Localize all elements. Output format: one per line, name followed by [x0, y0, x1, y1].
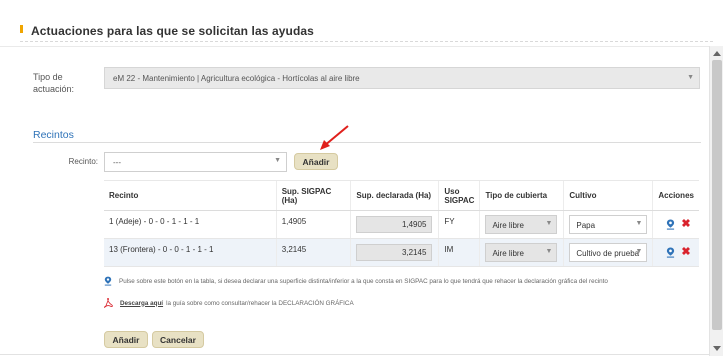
section-title: Actuaciones para las que se solicitan la… — [31, 23, 314, 38]
cell-cultivo: Papa ▼ — [563, 210, 653, 239]
tipo-cubierta-value: Aire libre — [492, 221, 525, 230]
chevron-down-icon: ▼ — [545, 248, 553, 255]
cultivo-value: Cultivo de prueba — [576, 249, 640, 258]
cultivo-value: Papa — [576, 221, 596, 230]
col-header-recinto: Recinto — [104, 180, 277, 211]
col-header-cultivo: Cultivo — [563, 180, 653, 211]
highlight-arrow-icon — [320, 125, 349, 150]
chevron-down-icon: ▼ — [545, 220, 553, 227]
table-row: 1 (Adeje) - 0 - 0 - 1 - 1 - 1 1,4905 1,4… — [104, 210, 699, 239]
tipo-cubierta-value: Aire libre — [492, 249, 525, 258]
download-guide-link[interactable]: Descarga aquí — [120, 300, 163, 307]
section-bullet — [20, 24, 23, 33]
scroll-down-icon[interactable] — [713, 346, 721, 351]
cancel-button[interactable]: Cancelar — [152, 331, 204, 348]
recinto-select-value: --- — [113, 158, 121, 167]
cell-acciones: ✖ — [652, 210, 699, 239]
chevron-down-icon: ▼ — [635, 220, 643, 227]
cell-uso: FY — [438, 210, 480, 239]
cell-sup-sigpac: 1,4905 — [275, 210, 351, 239]
cell-sup-sigpac: 3,2145 — [275, 238, 351, 267]
cell-recinto: 13 (Frontera) - 0 - 0 - 1 - 1 - 1 — [104, 238, 277, 267]
col-header-uso: Uso SIGPAC — [438, 180, 480, 211]
col-header-sup-sigpac: Sup. SIGPAC (Ha) — [275, 180, 351, 211]
cell-sup-declarada: 3,2145 — [350, 238, 439, 267]
map-pin-icon[interactable] — [666, 219, 675, 230]
cell-sup-declarada: 1,4905 — [350, 210, 439, 239]
pdf-icon — [104, 298, 113, 308]
chevron-down-icon: ▼ — [635, 248, 643, 255]
panel-bottom-divider — [0, 354, 710, 355]
chevron-down-icon: ▼ — [274, 157, 281, 164]
map-pin-icon — [104, 276, 112, 286]
cell-tipo-cubierta: Aire libre ▼ — [479, 238, 564, 267]
map-pin-icon[interactable] — [666, 247, 675, 258]
col-header-acciones: Acciones — [652, 180, 699, 211]
cell-recinto: 1 (Adeje) - 0 - 0 - 1 - 1 - 1 — [104, 210, 277, 239]
tipo-cubierta-select[interactable]: Aire libre ▼ — [485, 243, 558, 262]
scroll-thumb[interactable] — [712, 60, 722, 330]
tipo-actuacion-value: eM 22 - Mantenimiento | Agricultura ecol… — [113, 74, 360, 83]
recinto-select-label: Recinto: — [68, 157, 98, 166]
table-header-row: Recinto Sup. SIGPAC (Ha) Sup. declarada … — [104, 180, 699, 211]
col-header-sup-declarada: Sup. declarada (Ha) — [350, 180, 439, 211]
recinto-select[interactable]: --- ▼ — [104, 152, 287, 172]
section-header: Actuaciones para las que se solicitan la… — [20, 20, 713, 42]
tipo-cubierta-select[interactable]: Aire libre ▼ — [485, 215, 558, 234]
download-guide-text: la guía sobre como consultar/rehacer la … — [166, 299, 354, 307]
tipo-actuacion-select[interactable]: eM 22 - Mantenimiento | Agricultura ecol… — [104, 67, 700, 89]
add-recinto-button[interactable]: Añadir — [294, 153, 338, 170]
download-guide-note: Descarga aquí la guía sobre como consult… — [104, 298, 354, 308]
panel-scrollbar[interactable] — [709, 46, 723, 356]
recintos-heading: Recintos — [33, 129, 74, 141]
chevron-down-icon: ▼ — [687, 74, 694, 81]
sup-declarada-input[interactable]: 1,4905 — [356, 216, 433, 233]
scroll-up-icon[interactable] — [713, 51, 721, 56]
recintos-table: Recinto Sup. SIGPAC (Ha) Sup. declarada … — [104, 180, 699, 267]
sup-declarada-input[interactable]: 3,2145 — [356, 244, 433, 261]
tipo-actuacion-label: Tipo de actuación: — [33, 72, 75, 94]
pin-help-text: Pulse sobre este botón en la tabla, si d… — [119, 277, 608, 285]
cell-tipo-cubierta: Aire libre ▼ — [479, 210, 564, 239]
cultivo-select[interactable]: Papa ▼ — [569, 215, 648, 234]
add-button[interactable]: Añadir — [104, 331, 148, 348]
cultivo-select[interactable]: Cultivo de prueba ▼ — [569, 243, 648, 262]
recintos-divider — [33, 142, 701, 143]
table-row: 13 (Frontera) - 0 - 0 - 1 - 1 - 1 3,2145… — [104, 238, 699, 267]
cell-cultivo: Cultivo de prueba ▼ — [563, 238, 653, 267]
delete-icon[interactable]: ✖ — [681, 219, 690, 230]
pin-help-note: Pulse sobre este botón en la tabla, si d… — [104, 276, 608, 286]
col-header-tipo-cubierta: Tipo de cubierta — [479, 180, 564, 211]
delete-icon[interactable]: ✖ — [681, 247, 690, 258]
cell-uso: IM — [438, 238, 480, 267]
cell-acciones: ✖ — [652, 238, 699, 267]
